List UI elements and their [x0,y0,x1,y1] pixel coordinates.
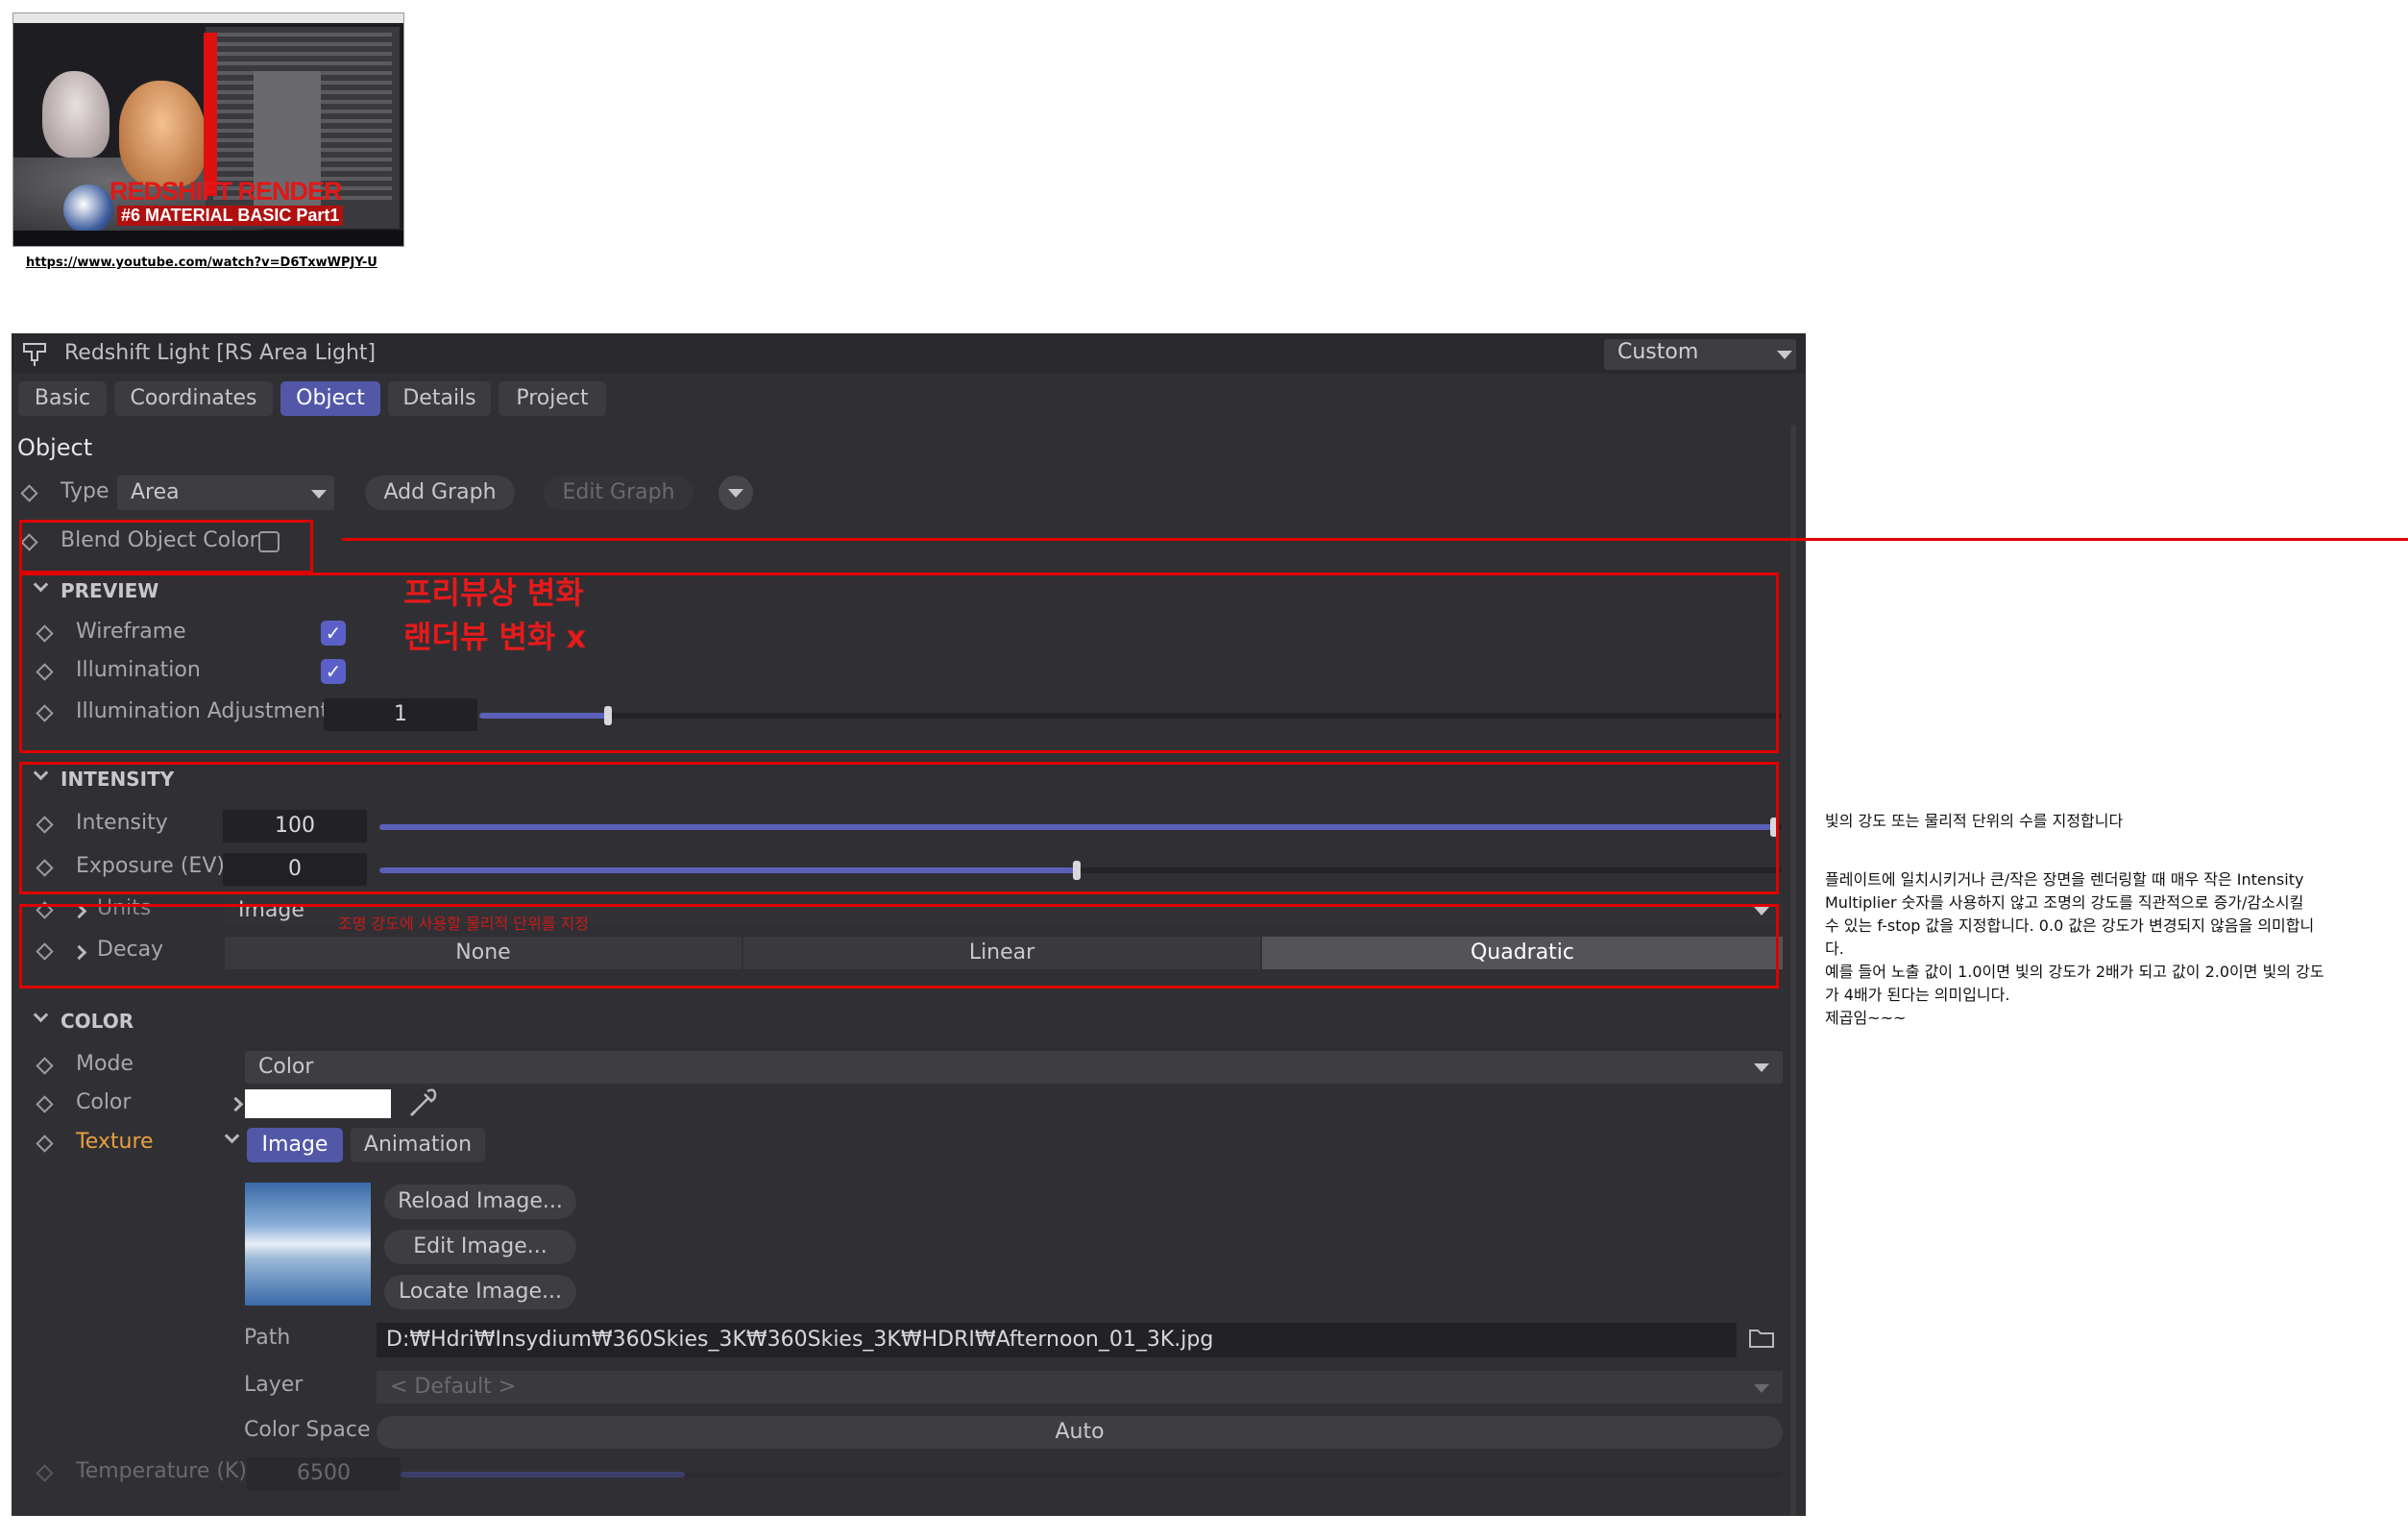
tab-texture-animation[interactable]: Animation [351,1128,485,1162]
video-link[interactable]: https://www.youtube.com/watch?v=D6TxwWPJ… [26,256,377,270]
annotation-box-intensity [19,762,1779,894]
tab-details[interactable]: Details [388,381,491,416]
panel-scrollbar[interactable] [1790,425,1796,1516]
thumbnail-headline: REDSHIFT RENDER [109,177,343,206]
tab-coordinates[interactable]: Coordinates [114,381,273,416]
locate-image-button[interactable]: Locate Image... [384,1275,576,1309]
thumbnail-subline: #6 MATERIAL BASIC Part1 [117,206,344,226]
annotation-preview-line2: 랜더뷰 변화 x [403,619,587,655]
edit-image-button[interactable]: Edit Image... [384,1230,576,1264]
video-thumbnail[interactable]: REDSHIFT RENDER #6 MATERIAL BASIC Part1 [12,12,404,247]
tab-object[interactable]: Object [280,381,380,416]
annotation-preview-line1: 프리뷰상 변화 [403,574,584,611]
section-title: Object [17,434,93,461]
tab-basic[interactable]: Basic [18,381,107,416]
tab-texture-image[interactable]: Image [247,1128,343,1162]
keyframe-diamond-icon[interactable] [36,1095,54,1113]
path-label: Path [244,1326,291,1350]
keyframe-diamond-icon[interactable] [20,484,38,502]
red-stripe [204,33,217,196]
panel-title: Redshift Light [RS Area Light] [64,341,377,365]
type-label: Type [61,479,109,503]
color-space-label: Color Space [244,1418,371,1442]
layer-dropdown[interactable]: < Default > [377,1371,1783,1404]
annotation-box-preview [19,573,1779,753]
texture-thumbnail[interactable] [245,1183,371,1306]
keyframe-diamond-icon[interactable] [36,1057,54,1075]
side-note-intensity: 빛의 강도 또는 물리적 단위의 수를 지정합니다 [1825,812,2124,830]
chevron-right-icon[interactable] [228,1096,244,1112]
color-label: Color [76,1090,132,1114]
chevron-down-icon[interactable] [1754,1063,1769,1072]
color-space-dropdown[interactable]: Auto [377,1416,1783,1449]
mode-label: Mode [76,1052,134,1076]
annotation-units: 조명 강도에 사용할 물리적 단위를 지정 [338,915,589,933]
temperature-label: Temperature (K) [76,1459,247,1483]
annotation-box-units [19,904,1779,989]
light-icon [23,343,46,366]
side-note-exposure-2: Multiplier 숫자를 사용하지 않고 조명의 강도를 직관적으로 증가/… [1825,893,2304,912]
reload-image-button[interactable]: Reload Image... [384,1184,576,1219]
side-note-exposure-4: 다. [1825,940,1844,958]
color-header[interactable]: COLOR [61,1010,134,1033]
edit-graph-button[interactable]: Edit Graph [544,476,693,510]
type-dropdown[interactable]: Area [117,476,334,510]
tab-project[interactable]: Project [499,381,606,416]
white-unicorn-figure [42,71,109,158]
annotation-box-blend [19,520,313,574]
chevron-down-icon[interactable] [311,490,327,499]
folder-icon[interactable] [1748,1327,1775,1350]
keyframe-diamond-icon[interactable] [36,1135,54,1153]
cinema4d-logo-icon [63,184,113,234]
path-input[interactable]: D:₩Hdri₩Insydium₩360Skies_3K₩360Skies_3K… [377,1323,1737,1357]
add-graph-button[interactable]: Add Graph [365,476,515,510]
side-note-exposure-7: 제곱임~~~ [1825,1009,1907,1027]
chevron-down-icon [728,489,743,498]
layer-label: Layer [244,1373,304,1397]
chevron-down-icon[interactable] [1777,351,1792,359]
thumbnail-statusbar [13,231,403,246]
mode-dropdown[interactable]: Color [245,1051,1783,1084]
annotation-line [342,538,2408,541]
temperature-field[interactable]: 6500 [247,1457,401,1490]
chevron-down-icon[interactable] [1754,1384,1769,1393]
eyedropper-icon[interactable] [407,1086,440,1119]
side-note-exposure-6: 가 4배가 된다는 의미입니다. [1825,986,2010,1004]
preset-dropdown[interactable]: Custom [1604,339,1796,370]
color-swatch[interactable] [245,1089,391,1118]
gold-unicorn-figure [119,81,206,186]
side-note-exposure-3: 수 있는 f-stop 값을 지정합니다. 0.0 값은 강도가 변경되지 않음… [1825,916,2315,935]
chevron-down-icon[interactable] [33,1007,49,1023]
keyframe-diamond-icon[interactable] [36,1464,54,1482]
side-note-exposure-1: 플레이트에 일치시키거나 큰/작은 장면을 렌더링할 때 매우 작은 Inten… [1825,870,2304,889]
texture-label: Texture [76,1130,154,1154]
side-note-exposure-5: 예를 들어 노출 값이 1.0이면 빛의 강도가 2배가 되고 값이 2.0이면… [1825,963,2324,981]
thumbnail-toolbar [13,13,403,23]
slider-fill [401,1472,685,1477]
chevron-down-icon[interactable] [224,1128,240,1144]
